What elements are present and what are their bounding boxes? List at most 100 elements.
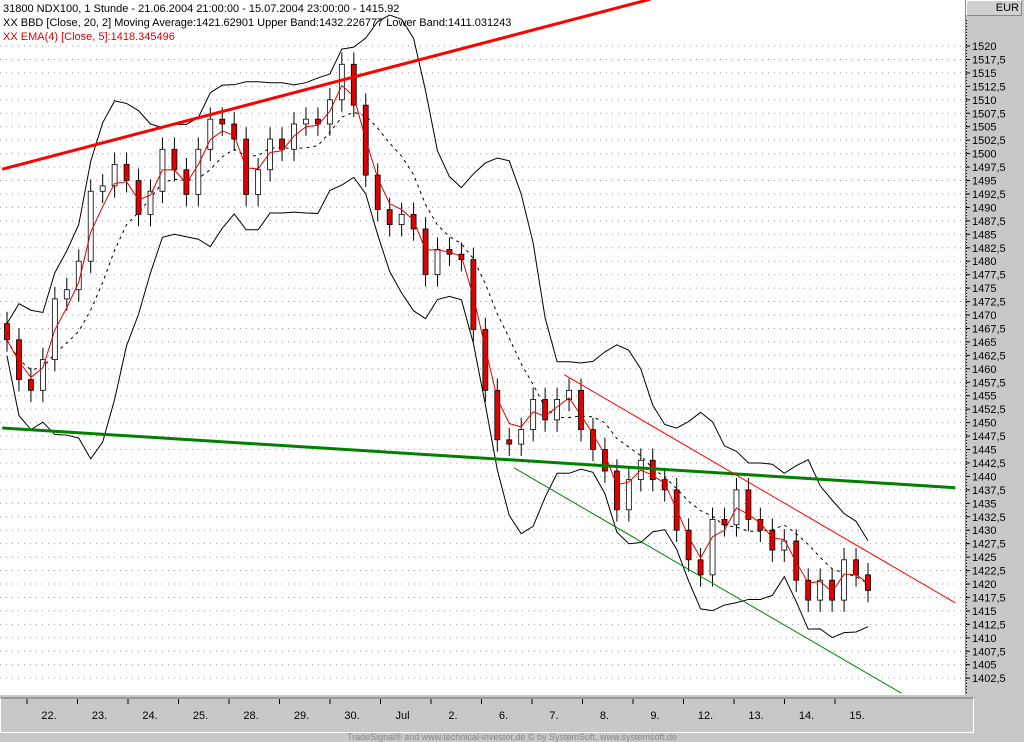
candle xyxy=(853,559,859,576)
candle xyxy=(793,540,800,581)
y-tick-label: 1515 xyxy=(972,68,996,80)
currency-label: EUR xyxy=(966,0,1022,16)
x-tick-label: 22. xyxy=(41,710,56,722)
y-tick-label: 1520 xyxy=(972,41,996,53)
y-tick-label: 1422,5 xyxy=(972,566,1006,578)
x-tick-label: Jul xyxy=(395,710,409,722)
price-axis[interactable]: 1520 1517,5 1515 1512,5 1510 1507,5 1505 1502,5… xyxy=(966,0,1024,695)
y-tick-label: 1492,5 xyxy=(972,189,1006,201)
y-tick-label: 1477,5 xyxy=(972,270,1006,282)
y-tick-label: 1475 xyxy=(972,283,996,295)
candle xyxy=(422,228,429,276)
y-tick-label: 1500 xyxy=(972,149,996,161)
candle xyxy=(470,259,477,330)
candle xyxy=(16,339,22,380)
candle xyxy=(578,389,584,430)
y-tick-label: 1412,5 xyxy=(972,619,1006,631)
y-tick-label: 1507,5 xyxy=(972,108,1006,120)
candle xyxy=(386,209,393,226)
y-tick-label: 1517,5 xyxy=(972,54,1006,66)
y-tick-label: 1437,5 xyxy=(972,485,1006,497)
ema-legend: XX EMA(4) [Close, 5]:1418.345496 xyxy=(3,31,175,43)
candle xyxy=(219,118,226,125)
candle xyxy=(111,163,118,187)
y-tick-label: 1505 xyxy=(972,122,996,134)
candle xyxy=(195,148,202,195)
y-tick-label: 1405 xyxy=(972,660,996,672)
x-tick-label: 25. xyxy=(193,710,208,722)
y-tick-label: 1442,5 xyxy=(972,458,1006,470)
y-tick-label: 1445 xyxy=(972,445,996,457)
x-tick-label: 8. xyxy=(600,710,609,722)
candle xyxy=(506,439,513,445)
candle xyxy=(171,148,178,171)
y-tick-label: 1402,5 xyxy=(972,673,1006,685)
candle xyxy=(63,289,70,300)
copyright-footer: TradeSignal® and www.technical-investor.… xyxy=(346,732,678,742)
candle xyxy=(769,529,776,551)
chart-title: 31800 NDX100, 1 Stunde - 21.06.2004 21:0… xyxy=(3,3,400,15)
candle xyxy=(625,479,632,511)
x-tick-label: 7. xyxy=(549,710,558,722)
candle xyxy=(733,489,740,526)
y-tick-label: 1480 xyxy=(972,256,996,268)
x-tick-label: 29. xyxy=(294,710,309,722)
candle xyxy=(661,479,668,491)
y-tick-label: 1490 xyxy=(972,202,996,214)
trendline-support xyxy=(2,426,956,490)
candle xyxy=(398,213,405,226)
candle xyxy=(123,163,130,181)
candle xyxy=(87,190,94,262)
chart-plot-area[interactable] xyxy=(0,0,966,695)
candle xyxy=(99,185,106,192)
candle xyxy=(410,213,417,230)
candle xyxy=(865,574,871,591)
x-tick-label: 12. xyxy=(698,710,713,722)
candle xyxy=(303,118,309,125)
candle xyxy=(518,429,525,445)
x-tick-label: 28. xyxy=(243,710,258,722)
y-tick-label: 1410 xyxy=(972,633,996,645)
x-tick-label: 24. xyxy=(142,710,157,722)
x-tick-label: 6. xyxy=(499,710,508,722)
y-tick-label: 1512,5 xyxy=(972,81,1006,93)
y-tick-label: 1452,5 xyxy=(972,404,1006,416)
y-tick-label: 1495 xyxy=(972,176,996,188)
candle xyxy=(207,118,214,150)
candle xyxy=(542,399,549,421)
trendline-channel-top xyxy=(564,374,956,604)
candle xyxy=(709,519,716,576)
y-tick-label: 1420 xyxy=(972,579,996,591)
y-tick-label: 1447,5 xyxy=(972,431,1006,443)
candle xyxy=(613,470,620,511)
y-tick-label: 1497,5 xyxy=(972,162,1006,174)
x-tick-label: 14. xyxy=(799,710,814,722)
candle xyxy=(374,174,381,210)
y-tick-label: 1417,5 xyxy=(972,592,1006,604)
x-tick-label: 15. xyxy=(849,710,864,722)
y-tick-label: 1455 xyxy=(972,391,996,403)
time-axis[interactable]: 22. 23. 24. 25. 28. 29. 30. Jul 2. 6. 7. 8. 9. 12. 13.… xyxy=(0,697,974,733)
y-tick-label: 1457,5 xyxy=(972,377,1006,389)
y-tick-label: 1440 xyxy=(972,471,996,483)
y-tick-label: 1465 xyxy=(972,337,996,349)
y-tick-label: 1432,5 xyxy=(972,512,1006,524)
candle xyxy=(4,323,10,341)
y-tick-label: 1427,5 xyxy=(972,539,1006,551)
x-tick-label: 23. xyxy=(92,710,107,722)
candle xyxy=(685,529,692,561)
y-tick-label: 1415 xyxy=(972,606,996,618)
bollinger-legend: XX BBD [Close, 20, 2] Moving Average:142… xyxy=(3,17,512,29)
candle xyxy=(279,138,285,150)
x-tick-label: 9. xyxy=(650,710,659,722)
x-tick-label: 2. xyxy=(448,710,457,722)
candle xyxy=(434,248,441,276)
candle xyxy=(39,359,46,391)
y-tick-label: 1472,5 xyxy=(972,297,1006,309)
candle xyxy=(721,519,728,526)
y-tick-label: 1510 xyxy=(972,95,996,107)
y-tick-label: 1430 xyxy=(972,525,996,537)
candle xyxy=(697,559,704,576)
candle xyxy=(350,63,357,106)
y-tick-label: 1502,5 xyxy=(972,135,1006,147)
